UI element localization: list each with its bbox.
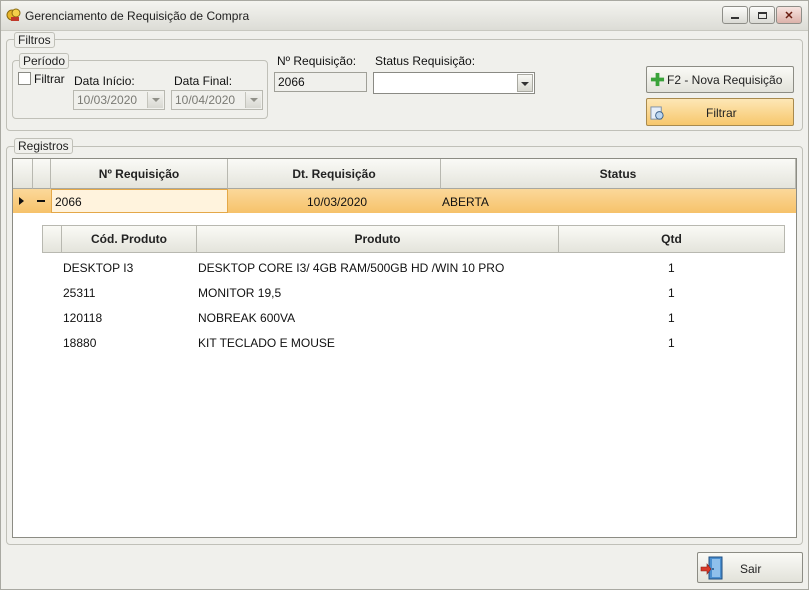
minimize-button[interactable] bbox=[722, 6, 748, 24]
detail-column-header-code[interactable]: Cód. Produto bbox=[62, 225, 197, 253]
new-requisition-button[interactable]: F2 - Nova Requisição bbox=[646, 66, 794, 93]
product-name-cell[interactable]: KIT TECLADO E MOUSE bbox=[198, 336, 335, 350]
filters-caption: Filtros bbox=[14, 32, 55, 48]
maximize-button[interactable] bbox=[749, 6, 775, 24]
column-header-number-label: Nº Requisição bbox=[98, 166, 180, 181]
detail-row[interactable]: 25311 MONITOR 19,5 1 bbox=[42, 280, 785, 305]
filter-period-checkbox[interactable] bbox=[18, 72, 31, 85]
product-qty-cell[interactable]: 1 bbox=[668, 286, 675, 300]
product-name-cell[interactable]: MONITOR 19,5 bbox=[198, 286, 281, 300]
new-requisition-label: F2 - Nova Requisição bbox=[667, 73, 783, 87]
row-selector-icon bbox=[19, 197, 24, 205]
requisition-status-cell[interactable]: ABERTA bbox=[442, 195, 489, 209]
product-qty-cell[interactable]: 1 bbox=[668, 261, 675, 275]
filter-button[interactable]: Filtrar bbox=[646, 98, 794, 126]
req-number-label: Nº Requisição: bbox=[277, 54, 357, 68]
minimize-icon bbox=[731, 17, 739, 19]
detail-row[interactable]: DESKTOP I3 DESKTOP CORE I3/ 4GB RAM/500G… bbox=[42, 255, 785, 280]
column-header-date[interactable]: Dt. Requisição bbox=[228, 159, 441, 189]
chevron-down-icon bbox=[521, 82, 529, 86]
end-date-value: 10/04/2020 bbox=[175, 93, 236, 107]
product-code-cell[interactable]: 120118 bbox=[63, 311, 102, 325]
detail-column-header-qty-label: Qtd bbox=[661, 232, 682, 246]
product-code-cell[interactable]: DESKTOP I3 bbox=[63, 261, 133, 275]
detail-row[interactable]: 18880 KIT TECLADO E MOUSE 1 bbox=[42, 330, 785, 355]
window-title: Gerenciamento de Requisição de Compra bbox=[25, 9, 250, 23]
exit-door-icon bbox=[700, 556, 723, 580]
records-grid[interactable]: Nº Requisição Dt. Requisição Status 2066… bbox=[12, 158, 797, 538]
filter-period-label: Filtrar bbox=[34, 72, 65, 86]
start-date-field[interactable]: 10/03/2020 bbox=[73, 90, 165, 110]
title-bar[interactable]: Gerenciamento de Requisição de Compra ✕ bbox=[1, 1, 808, 31]
collapse-icon[interactable] bbox=[37, 200, 45, 202]
exit-button[interactable]: Sair bbox=[697, 552, 803, 583]
row-header-corner bbox=[13, 159, 33, 189]
req-number-value: 2066 bbox=[278, 75, 305, 89]
records-caption: Registros bbox=[14, 138, 73, 154]
end-date-dropdown[interactable] bbox=[245, 92, 261, 108]
detail-header-corner bbox=[42, 225, 62, 253]
column-header-date-label: Dt. Requisição bbox=[292, 166, 376, 181]
column-header-status-label: Status bbox=[599, 166, 637, 181]
requisition-number-value: 2066 bbox=[55, 195, 82, 209]
end-date-field[interactable]: 10/04/2020 bbox=[171, 90, 263, 110]
filter-button-label: Filtrar bbox=[706, 106, 737, 120]
period-caption: Período bbox=[19, 53, 70, 69]
detail-column-header-product[interactable]: Produto bbox=[197, 225, 559, 253]
requisition-number-cell[interactable]: 2066 bbox=[51, 189, 228, 213]
product-code-cell[interactable]: 18880 bbox=[63, 336, 96, 350]
detail-column-header-qty[interactable]: Qtd bbox=[559, 225, 785, 253]
detail-column-header-product-label: Produto bbox=[354, 232, 401, 246]
start-date-dropdown[interactable] bbox=[147, 92, 163, 108]
end-date-label: Data Final: bbox=[174, 74, 233, 88]
maximize-icon bbox=[757, 11, 767, 19]
req-number-input[interactable]: 2066 bbox=[274, 72, 367, 92]
product-name-cell[interactable]: NOBREAK 600VA bbox=[198, 311, 295, 325]
close-button[interactable]: ✕ bbox=[776, 6, 802, 24]
requisition-date-cell[interactable]: 10/03/2020 bbox=[307, 195, 367, 209]
plus-icon bbox=[650, 72, 665, 87]
expand-header bbox=[33, 159, 51, 189]
start-date-value: 10/03/2020 bbox=[77, 93, 138, 107]
detail-row[interactable]: 120118 NOBREAK 600VA 1 bbox=[42, 305, 785, 330]
chevron-down-icon bbox=[152, 98, 160, 102]
filter-icon bbox=[650, 106, 664, 120]
product-qty-cell[interactable]: 1 bbox=[668, 311, 675, 325]
close-icon: ✕ bbox=[784, 9, 794, 22]
status-label: Status Requisição: bbox=[375, 54, 476, 68]
chevron-down-icon bbox=[250, 98, 258, 102]
status-select[interactable] bbox=[373, 72, 535, 94]
detail-column-header-code-label: Cód. Produto bbox=[91, 232, 167, 246]
product-qty-cell[interactable]: 1 bbox=[668, 336, 675, 350]
product-name-cell[interactable]: DESKTOP CORE I3/ 4GB RAM/500GB HD /WIN 1… bbox=[198, 261, 504, 275]
start-date-label: Data Início: bbox=[74, 74, 135, 88]
main-window: Gerenciamento de Requisição de Compra ✕ … bbox=[0, 0, 809, 590]
status-dropdown-button[interactable] bbox=[517, 74, 533, 92]
column-header-number[interactable]: Nº Requisição bbox=[51, 159, 228, 189]
column-header-status[interactable]: Status bbox=[441, 159, 796, 189]
app-icon bbox=[6, 8, 21, 21]
exit-button-label: Sair bbox=[740, 562, 762, 576]
product-code-cell[interactable]: 25311 bbox=[63, 286, 95, 300]
table-row[interactable]: 2066 10/03/2020 ABERTA bbox=[13, 189, 796, 213]
